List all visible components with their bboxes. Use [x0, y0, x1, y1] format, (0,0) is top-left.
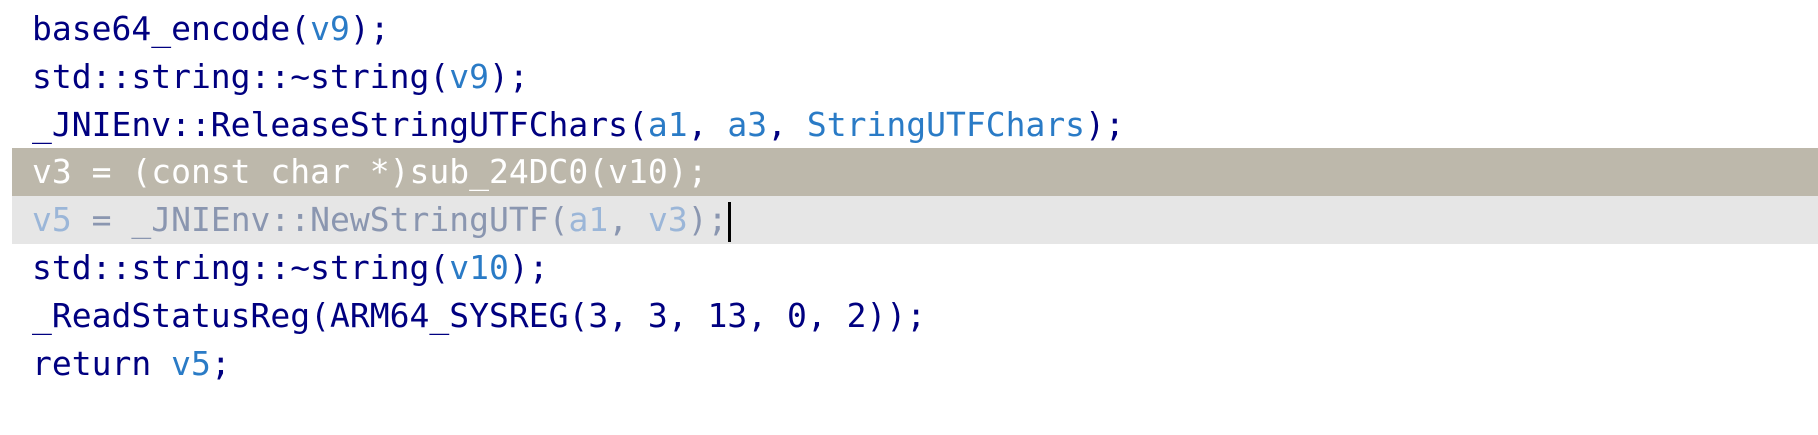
code-token: _ReadStatusReg: [32, 296, 311, 335]
code-token: (: [628, 105, 648, 144]
code-token: base64_encode: [32, 9, 291, 48]
code-token: ;: [210, 344, 231, 380]
code-token: (: [429, 57, 450, 96]
code-token: v5: [32, 200, 72, 239]
text-caret: [728, 201, 732, 242]
code-line-7[interactable]: _ReadStatusReg(ARM64_SYSREG(3, 3, 13, 0,…: [12, 292, 926, 340]
code-token: (: [310, 296, 331, 335]
code-token: v3: [647, 200, 688, 239]
code-token: std::string::~string: [32, 248, 430, 287]
code-token: v9: [449, 57, 489, 96]
code-line-text: std::string::~string(v10);: [12, 248, 549, 287]
code-token: = _JNIEnv::NewStringUTF(: [71, 200, 569, 239]
code-token: );: [1085, 105, 1125, 144]
code-token: StringUTFChars: [806, 105, 1086, 144]
code-line-4-highlighted[interactable]: v3 = (const char *)sub_24DC0(v10);: [12, 148, 1818, 196]
code-token: a1: [647, 105, 688, 144]
pseudocode-view[interactable]: base64_encode(v9); std::string::~string(…: [0, 0, 1818, 435]
code-line-text: _JNIEnv::ReleaseStringUTFChars(a1, a3, S…: [12, 105, 1125, 144]
code-token: (3, 3, 13, 0, 2));: [568, 296, 927, 335]
code-line-8[interactable]: return v5;: [12, 340, 231, 380]
code-token: (: [290, 9, 311, 48]
code-token: (: [429, 248, 450, 287]
code-token: v5: [171, 344, 211, 380]
code-token: a1: [568, 200, 609, 239]
code-line-1[interactable]: base64_encode(v9);: [12, 5, 390, 53]
code-line-2[interactable]: std::string::~string(v9);: [12, 53, 529, 101]
code-token: v9: [310, 9, 350, 48]
code-token: );: [488, 57, 529, 96]
code-line-5-current[interactable]: v5 = _JNIEnv::NewStringUTF(a1, v3);: [12, 196, 1818, 244]
code-token: ,: [608, 200, 648, 239]
code-line-text: base64_encode(v9);: [12, 9, 390, 48]
code-token: ,: [767, 105, 807, 144]
code-token: );: [349, 9, 390, 48]
code-token: a3: [727, 105, 768, 144]
code-token: v3 = (const char *)sub_24DC0(v10);: [32, 152, 708, 191]
code-token: ARM64_SYSREG: [330, 296, 569, 335]
code-line-3[interactable]: _JNIEnv::ReleaseStringUTFChars(a1, a3, S…: [12, 101, 1125, 149]
code-token: v10: [449, 248, 509, 287]
code-token: );: [687, 200, 728, 239]
code-token: _JNIEnv::ReleaseStringUTFChars: [32, 105, 629, 144]
code-line-text: v3 = (const char *)sub_24DC0(v10);: [12, 152, 708, 191]
code-token: std::string::~string: [32, 57, 430, 96]
code-token: );: [508, 248, 549, 287]
code-line-text: _ReadStatusReg(ARM64_SYSREG(3, 3, 13, 0,…: [12, 296, 926, 335]
code-line-text: return v5;: [12, 344, 231, 380]
code-token: ,: [687, 105, 728, 144]
code-token: return: [32, 344, 172, 380]
code-line-text: std::string::~string(v9);: [12, 57, 529, 96]
code-line-6[interactable]: std::string::~string(v10);: [12, 244, 549, 292]
code-line-text: v5 = _JNIEnv::NewStringUTF(a1, v3);: [12, 200, 727, 239]
